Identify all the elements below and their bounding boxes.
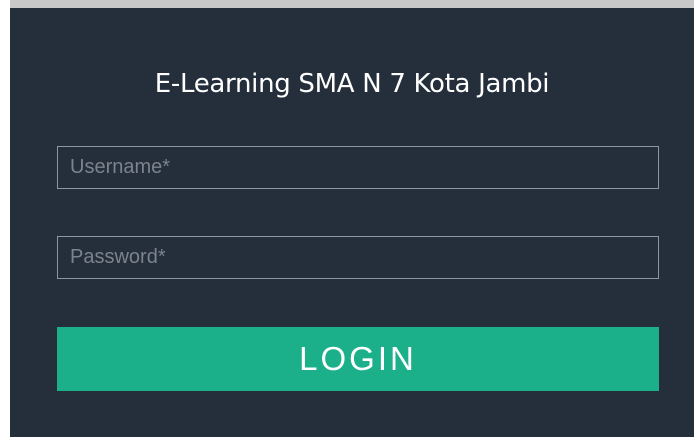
login-button[interactable]: LOGIN (57, 327, 659, 391)
login-panel: E-Learning SMA N 7 Kota Jambi LOGIN (10, 8, 694, 437)
page-top-divider (10, 0, 694, 8)
page: E-Learning SMA N 7 Kota Jambi LOGIN (0, 0, 694, 437)
username-input[interactable] (57, 146, 659, 189)
login-title: E-Learning SMA N 7 Kota Jambi (154, 69, 550, 99)
page-left-margin (0, 0, 10, 437)
password-input[interactable] (57, 236, 659, 279)
